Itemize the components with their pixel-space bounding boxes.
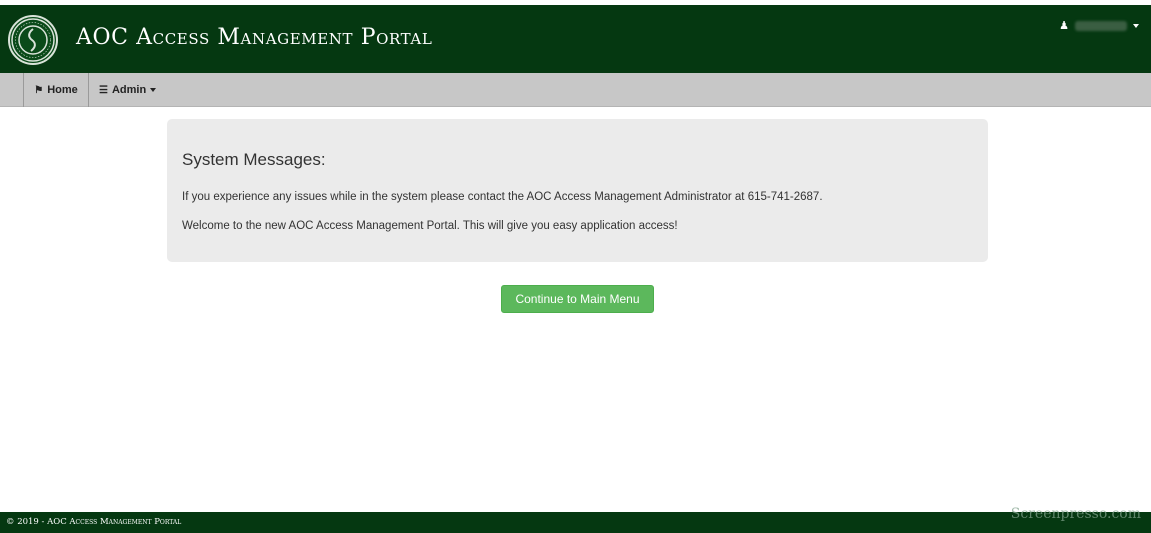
user-name-redacted	[1075, 20, 1127, 31]
nav-item-label: Home	[47, 84, 78, 96]
court-seal-icon[interactable]	[8, 15, 58, 65]
nav-item-label: Admin	[111, 84, 147, 96]
seal-graphic	[11, 18, 55, 62]
list-icon: ☰	[99, 84, 108, 96]
top-header: AOC Access Management Portal ♟	[0, 5, 1151, 73]
footer-copyright: © 2019 - AOC Access Management Portal	[6, 517, 182, 527]
message-line: Welcome to the new AOC Access Management…	[182, 220, 678, 232]
message-line: If you experience any issues while in th…	[182, 191, 823, 203]
home-icon: ⚑	[34, 84, 44, 96]
system-messages-panel: System Messages: If you experience any i…	[167, 119, 988, 262]
page-title[interactable]: AOC Access Management Portal	[76, 25, 432, 50]
messages-title: System Messages:	[182, 150, 326, 169]
user-icon: ♟	[1059, 20, 1069, 32]
watermark: Screenpresso.com	[1010, 506, 1141, 522]
user-menu[interactable]: ♟	[1059, 19, 1139, 32]
chevron-down-icon	[1133, 23, 1139, 28]
nav-item-home[interactable]: ⚑ Home	[23, 73, 89, 107]
nav-item-admin[interactable]: ☰ Admin	[89, 73, 166, 107]
continue-to-main-menu-button[interactable]: Continue to Main Menu	[501, 285, 654, 313]
chevron-down-icon	[150, 88, 157, 92]
footer: © 2019 - AOC Access Management Portal	[0, 512, 1151, 533]
nav-bar: ⚑ Home ☰ Admin	[0, 73, 1151, 107]
